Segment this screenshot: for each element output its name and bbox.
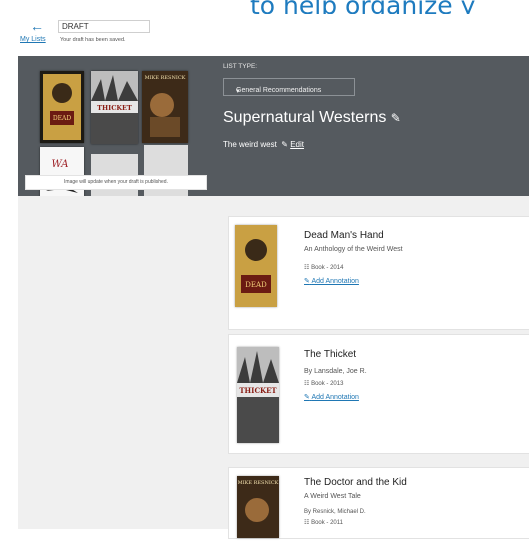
item-subtitle: A Weird West Tale — [304, 493, 361, 500]
svg-text:THICKET: THICKET — [239, 386, 277, 395]
image-update-notice: Image will update when your draft is pub… — [25, 175, 207, 190]
svg-text:MIKE RESNICK: MIKE RESNICK — [238, 480, 279, 486]
book-icon: ☷ — [304, 381, 310, 387]
cover-placeholder — [144, 145, 188, 203]
list-description-text: The weird west — [223, 140, 277, 149]
item-format: ☷ Book - 2013 — [304, 380, 343, 387]
item-author: By Lansdale, Joe R. — [304, 368, 367, 375]
pencil-icon: ✎ — [304, 394, 310, 401]
list-description: The weird west ✎ Edit — [223, 140, 304, 149]
book-icon: ☷ — [304, 520, 310, 526]
add-annotation-link[interactable]: ✎ Add Annotation — [304, 393, 359, 401]
svg-text:MIKE RESNICK: MIKE RESNICK — [145, 75, 186, 81]
draft-saved-message: Your draft has been saved. — [60, 37, 126, 43]
edit-description-link[interactable]: Edit — [290, 140, 304, 149]
sidebar-background — [18, 196, 217, 529]
svg-text:DEAD: DEAD — [53, 115, 72, 122]
item-format: ☷ Book - 2011 — [304, 519, 343, 526]
cover-dead-mans-hand: DEAD — [40, 71, 84, 143]
book-icon: ☷ — [304, 265, 310, 271]
item-author: By Resnick, Michael D. — [304, 509, 366, 515]
item-title-link[interactable]: Dead Man's Hand — [304, 230, 384, 241]
item-subtitle: An Anthology of the Weird West — [304, 246, 403, 253]
svg-text:THICKET: THICKET — [97, 104, 132, 112]
item-title-link[interactable]: The Doctor and the Kid — [304, 477, 407, 488]
list-item-card: MIKE RESNICK The Doctor and the Kid A We… — [228, 467, 529, 539]
draft-status-box: DRAFT — [58, 20, 150, 33]
book-cover-thicket[interactable]: THICKET — [237, 347, 279, 443]
list-type-value: General Recommendations — [236, 87, 322, 94]
add-annotation-link[interactable]: ✎ Add Annotation — [304, 277, 359, 285]
draft-label: DRAFT — [62, 22, 89, 31]
page-title[interactable]: Supernatural Westerns ✎ — [223, 109, 401, 127]
top-bar: ← My Lists DRAFT Your draft has been sav… — [0, 14, 529, 56]
pencil-icon[interactable]: ✎ — [281, 140, 288, 149]
my-lists-link[interactable]: My Lists — [20, 36, 46, 43]
cover-doctor-and-kid: MIKE RESNICK — [142, 71, 188, 143]
item-format-text: Book - 2013 — [311, 381, 344, 387]
list-type-label: LIST TYPE: — [223, 63, 258, 70]
list-title-text: Supernatural Westerns — [223, 109, 387, 126]
pencil-icon[interactable]: ✎ — [391, 111, 401, 125]
cover-thicket: THICKET — [91, 71, 138, 144]
svg-text:WA: WA — [51, 159, 68, 170]
item-format: ☷ Book - 2014 — [304, 264, 343, 271]
item-format-text: Book - 2011 — [311, 520, 343, 526]
list-item-card: THICKET The Thicket By Lansdale, Joe R. … — [228, 334, 529, 454]
svg-text:DEAD: DEAD — [245, 281, 267, 289]
back-arrow-icon[interactable]: ← — [30, 19, 44, 33]
item-format-text: Book - 2014 — [311, 265, 344, 271]
add-annotation-label: Add Annotation — [311, 278, 359, 285]
item-title-link[interactable]: The Thicket — [304, 349, 356, 360]
chevron-down-icon: ▾ — [236, 88, 240, 95]
list-item-card: DEAD Dead Man's Hand An Anthology of the… — [228, 216, 529, 330]
add-annotation-label: Add Annotation — [311, 394, 359, 401]
list-type-select[interactable]: General Recommendations ▾ — [223, 78, 355, 96]
pencil-icon: ✎ — [304, 278, 310, 285]
book-cover-dead-mans-hand[interactable]: DEAD — [235, 225, 277, 307]
